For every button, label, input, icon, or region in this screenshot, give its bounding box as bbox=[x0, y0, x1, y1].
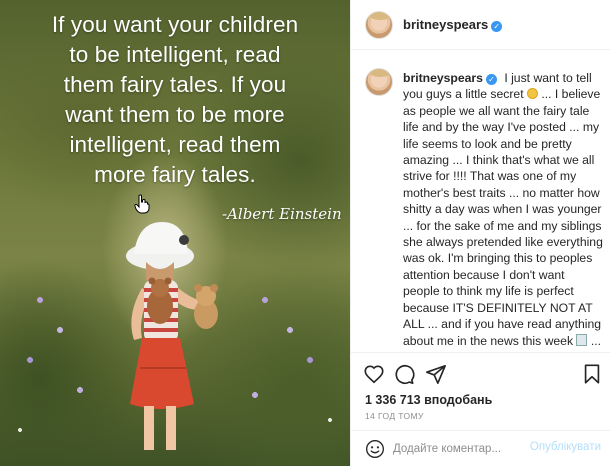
username-link[interactable]: britneyspears bbox=[403, 17, 488, 32]
comment-input[interactable] bbox=[393, 439, 529, 459]
comment-icon[interactable] bbox=[393, 363, 415, 385]
verified-badge-icon: ✓ bbox=[491, 21, 503, 32]
quote-line: intelligent, read them bbox=[69, 132, 281, 157]
avatar[interactable] bbox=[365, 68, 393, 96]
avatar[interactable] bbox=[365, 11, 393, 39]
quote-line: If you want your children bbox=[51, 12, 299, 37]
caption-body: ... I believe as people we all want the … bbox=[403, 87, 603, 348]
post-timestamp[interactable]: 14 ГОД ТОМУ bbox=[365, 411, 424, 421]
quote-line: want them to be more bbox=[65, 102, 285, 127]
quote-line: them fairy tales. If you bbox=[63, 72, 287, 97]
username-link[interactable]: britneyspears bbox=[403, 71, 483, 85]
caption-username[interactable]: britneyspears ✓ bbox=[403, 71, 497, 85]
header-username[interactable]: britneyspears ✓ bbox=[403, 17, 503, 32]
bookmark-icon[interactable] bbox=[581, 363, 603, 385]
comment-bar: Опублікувати bbox=[351, 430, 610, 466]
post-header: britneyspears ✓ bbox=[351, 0, 610, 50]
hand-cursor-icon bbox=[134, 194, 150, 214]
heart-icon[interactable] bbox=[363, 363, 385, 385]
caption-text: britneyspears ✓ I just want to tell you g… bbox=[403, 70, 603, 352]
share-icon[interactable] bbox=[425, 363, 447, 385]
newspaper-emoji-icon bbox=[576, 333, 588, 346]
likes-count[interactable]: 1 336 713 вподобань bbox=[365, 393, 492, 407]
quote-author: -Albert Einstein bbox=[222, 205, 342, 223]
girl-illustration bbox=[126, 222, 218, 450]
verified-badge-icon: ✓ bbox=[485, 74, 497, 85]
post-side-panel: britneyspears ✓ britneyspears ✓ I just wan… bbox=[350, 0, 610, 466]
post-image[interactable]: If you want your children to be intellig… bbox=[0, 0, 350, 466]
quote-text: If you want your children to be intellig… bbox=[0, 10, 350, 190]
quote-line: more fairy tales. bbox=[94, 162, 256, 187]
post-comment-button[interactable]: Опублікувати bbox=[530, 441, 601, 453]
post-actions: 1 336 713 вподобань 14 ГОД ТОМУ Опубліку… bbox=[351, 352, 610, 464]
shushing-face-emoji-icon bbox=[526, 88, 538, 100]
quote-line: to be intelligent, read bbox=[69, 42, 281, 67]
post-caption: britneyspears ✓ I just want to tell you g… bbox=[351, 52, 610, 352]
emoji-picker-icon[interactable] bbox=[365, 439, 385, 459]
